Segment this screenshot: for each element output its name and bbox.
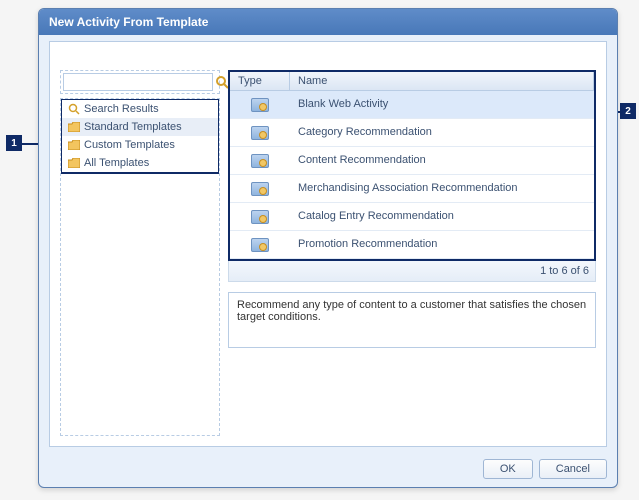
dialog-body: Search Results Standard Templates — [49, 41, 607, 447]
folder-icon — [68, 140, 80, 150]
folder-icon — [68, 158, 80, 168]
template-icon — [251, 182, 269, 196]
search-result-icon — [68, 103, 80, 115]
template-name: Promotion Recommendation — [290, 234, 594, 255]
tree-item-custom-templates[interactable]: Custom Templates — [62, 136, 218, 154]
tree-item-all-templates[interactable]: All Templates — [62, 154, 218, 172]
tree-item-label: Custom Templates — [84, 139, 175, 151]
dialog-title: New Activity From Template — [39, 9, 617, 35]
cancel-button[interactable]: Cancel — [539, 459, 607, 479]
search-wrap — [60, 70, 220, 94]
dialog-footer: OK Cancel — [49, 459, 607, 479]
template-name: Content Recommendation — [290, 150, 594, 171]
callout-badge-1: 1 — [6, 135, 22, 151]
template-name: Category Recommendation — [290, 122, 594, 143]
tree-item-standard-templates[interactable]: Standard Templates — [62, 118, 218, 136]
table-row[interactable]: Merchandising Association Recommendation — [230, 175, 594, 203]
left-panel: Search Results Standard Templates — [60, 70, 220, 436]
template-icon — [251, 154, 269, 168]
template-icon — [251, 98, 269, 112]
table-row[interactable]: Promotion Recommendation — [230, 231, 594, 259]
tree-item-search-results[interactable]: Search Results — [62, 100, 218, 118]
folder-icon — [68, 122, 80, 132]
template-tree: Search Results Standard Templates — [60, 98, 220, 436]
ok-button[interactable]: OK — [483, 459, 533, 479]
template-description: Recommend any type of content to a custo… — [228, 292, 596, 348]
template-name: Blank Web Activity — [290, 94, 594, 115]
template-icon — [251, 210, 269, 224]
table-row[interactable]: Category Recommendation — [230, 119, 594, 147]
template-icon — [251, 126, 269, 140]
table-row[interactable]: Blank Web Activity — [230, 91, 594, 119]
right-panel: Type Name Blank Web Activity Category Re… — [228, 70, 596, 436]
callout-badge-2: 2 — [620, 103, 636, 119]
search-input[interactable] — [63, 73, 213, 91]
template-table: Type Name Blank Web Activity Category Re… — [228, 70, 596, 261]
tree-item-label: Search Results — [84, 103, 159, 115]
search-icon[interactable] — [215, 73, 229, 91]
template-icon — [251, 238, 269, 252]
tree-highlight: Search Results Standard Templates — [60, 98, 220, 174]
column-header-name[interactable]: Name — [290, 72, 594, 90]
table-row[interactable]: Catalog Entry Recommendation — [230, 203, 594, 231]
table-body: Blank Web Activity Category Recommendati… — [230, 91, 594, 259]
dialog-window: New Activity From Template — [38, 8, 618, 488]
table-row[interactable]: Content Recommendation — [230, 147, 594, 175]
table-header: Type Name — [230, 72, 594, 91]
template-name: Merchandising Association Recommendation — [290, 178, 594, 199]
tree-item-label: Standard Templates — [84, 121, 182, 133]
tree-item-label: All Templates — [84, 157, 149, 169]
pager: 1 to 6 of 6 — [228, 261, 596, 282]
column-header-type[interactable]: Type — [230, 72, 290, 90]
template-name: Catalog Entry Recommendation — [290, 206, 594, 227]
